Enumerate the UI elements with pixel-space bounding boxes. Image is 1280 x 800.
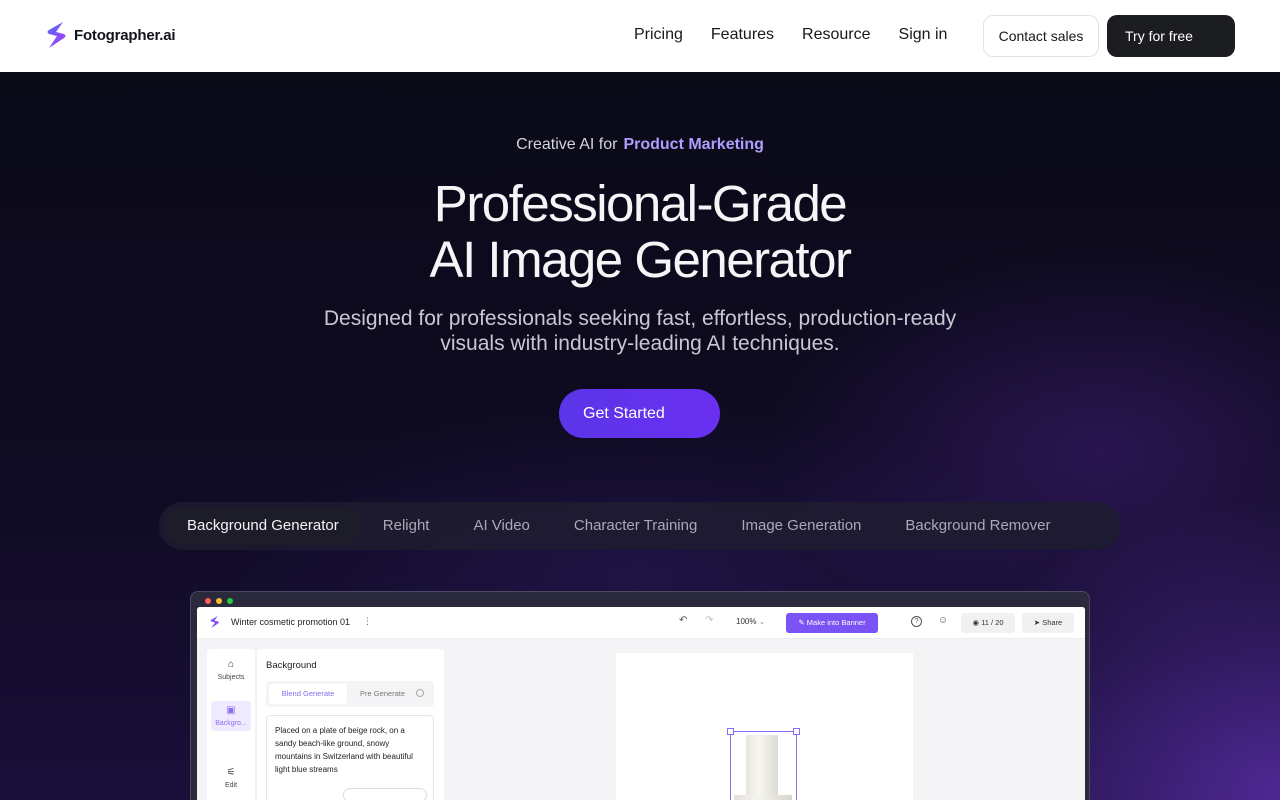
eyebrow-prefix: Creative AI for	[516, 136, 618, 153]
nav-link-pricing[interactable]: Pricing	[620, 24, 697, 46]
banner-label: Make into Banner	[806, 618, 866, 627]
project-menu-icon: ⋮	[363, 616, 372, 626]
tab-relight[interactable]: Relight	[361, 509, 452, 543]
app-screen: Winter cosmetic promotion 01 ⋮ ↶ ↷ 100% …	[197, 607, 1085, 800]
fotographer-logo-icon	[47, 22, 66, 48]
feature-tabs: Background Generator Relight AI Video Ch…	[159, 502, 1121, 550]
app-preview-window: Winter cosmetic promotion 01 ⋮ ↶ ↷ 100% …	[190, 591, 1090, 800]
eyebrow-accent: Product Marketing	[623, 136, 764, 153]
sofa-icon: ⌂	[227, 659, 235, 670]
window-close-dot	[205, 598, 211, 604]
tag-icon: ✎	[798, 618, 805, 627]
tab-character-training[interactable]: Character Training	[552, 509, 719, 543]
sidebar-item-edit: ⚟ Edit	[211, 767, 251, 789]
headline-line-1: Professional-Grade	[433, 175, 848, 232]
nav-link-features[interactable]: Features	[697, 24, 788, 46]
tab-ai-video[interactable]: AI Video	[451, 509, 551, 543]
hero-eyebrow: Creative AI for Product Marketing	[0, 136, 1280, 154]
prompt-textarea: Placed on a plate of beige rock, on a sa…	[266, 715, 434, 800]
undo-icon: ↶	[679, 615, 688, 626]
share-button: ➤ Share	[1022, 613, 1074, 633]
credits-value: 11 / 20	[981, 618, 1004, 627]
zoom-level: 100% ⌄	[736, 617, 765, 626]
hero-section: Creative AI for Product Marketing Profess…	[0, 72, 1280, 800]
prompt-action-button	[343, 788, 427, 800]
resize-handle-tr	[793, 728, 800, 735]
credits-badge: ◉ 11 / 20	[961, 613, 1015, 633]
sidebar-item-background: ▣ Backgro...	[211, 701, 251, 731]
nav-link-resource[interactable]: Resource	[788, 24, 884, 46]
generate-mode-toggle: Blend Generate Pre Generate	[266, 681, 434, 707]
brand-name: Fotographer.ai	[74, 26, 176, 44]
send-icon: ➤	[1033, 618, 1041, 627]
hero-subhead: Designed for professionals seeking fast,…	[323, 307, 957, 355]
sliders-icon: ⚟	[226, 767, 236, 778]
resize-handle-tl	[727, 728, 734, 735]
brand-logo-link[interactable]: Fotographer.ai	[44, 20, 176, 50]
nav-link-sign-in[interactable]: Sign in	[885, 24, 962, 46]
nav-links: Pricing Features Resource Sign in	[620, 24, 961, 46]
sidebar-label-edit: Edit	[224, 782, 238, 789]
image-canvas	[616, 653, 913, 800]
sidebar-item-subjects: ⌂ Subjects	[211, 659, 251, 681]
share-label: Share	[1042, 618, 1063, 627]
redo-icon: ↷	[705, 615, 714, 626]
blend-generate-option: Blend Generate	[269, 684, 347, 704]
prompt-text: Placed on a plate of beige rock, on a sa…	[275, 726, 413, 774]
window-minimize-dot	[216, 598, 222, 604]
image-icon: ▣	[226, 705, 236, 716]
sidebar-label-subjects: Subjects	[217, 674, 245, 681]
hero-headline: Professional-Grade AI Image Generator	[0, 176, 1280, 288]
user-icon: ☺	[938, 615, 949, 626]
chevron-down-icon: ⌄	[758, 617, 766, 626]
app-toolbar: Winter cosmetic promotion 01 ⋮ ↶ ↷ 100% …	[197, 607, 1085, 639]
tab-background-generator[interactable]: Background Generator	[165, 509, 361, 543]
headline-line-2: AI Image Generator	[429, 231, 852, 288]
background-panel: Background Blend Generate Pre Generate P…	[257, 649, 444, 800]
tab-background-remover[interactable]: Background Remover	[883, 509, 1072, 543]
sidebar-label-background: Backgro...	[215, 720, 247, 727]
window-zoom-dot	[227, 598, 233, 604]
try-for-free-button[interactable]: Try for free	[1107, 15, 1235, 57]
tab-image-generation[interactable]: Image Generation	[719, 509, 883, 543]
selection-box	[727, 728, 800, 800]
window-controls	[205, 598, 233, 604]
credits-icon: ◉	[972, 618, 980, 627]
info-icon	[416, 689, 424, 697]
top-nav: Fotographer.ai Pricing Features Resource…	[0, 0, 1280, 72]
pre-generate-option: Pre Generate	[360, 689, 406, 698]
panel-title: Background	[266, 660, 317, 671]
get-started-button[interactable]: Get Started	[559, 389, 720, 438]
zoom-value: 100%	[736, 617, 757, 626]
make-into-banner-button: ✎ Make into Banner	[786, 613, 878, 633]
app-logo-icon	[210, 616, 219, 628]
contact-sales-button[interactable]: Contact sales	[983, 15, 1099, 57]
project-title: Winter cosmetic promotion 01	[231, 617, 351, 627]
help-icon: ?	[911, 616, 922, 627]
app-sidebar: ⌂ Subjects ▣ Backgro... ⚟ Edit	[207, 649, 255, 800]
